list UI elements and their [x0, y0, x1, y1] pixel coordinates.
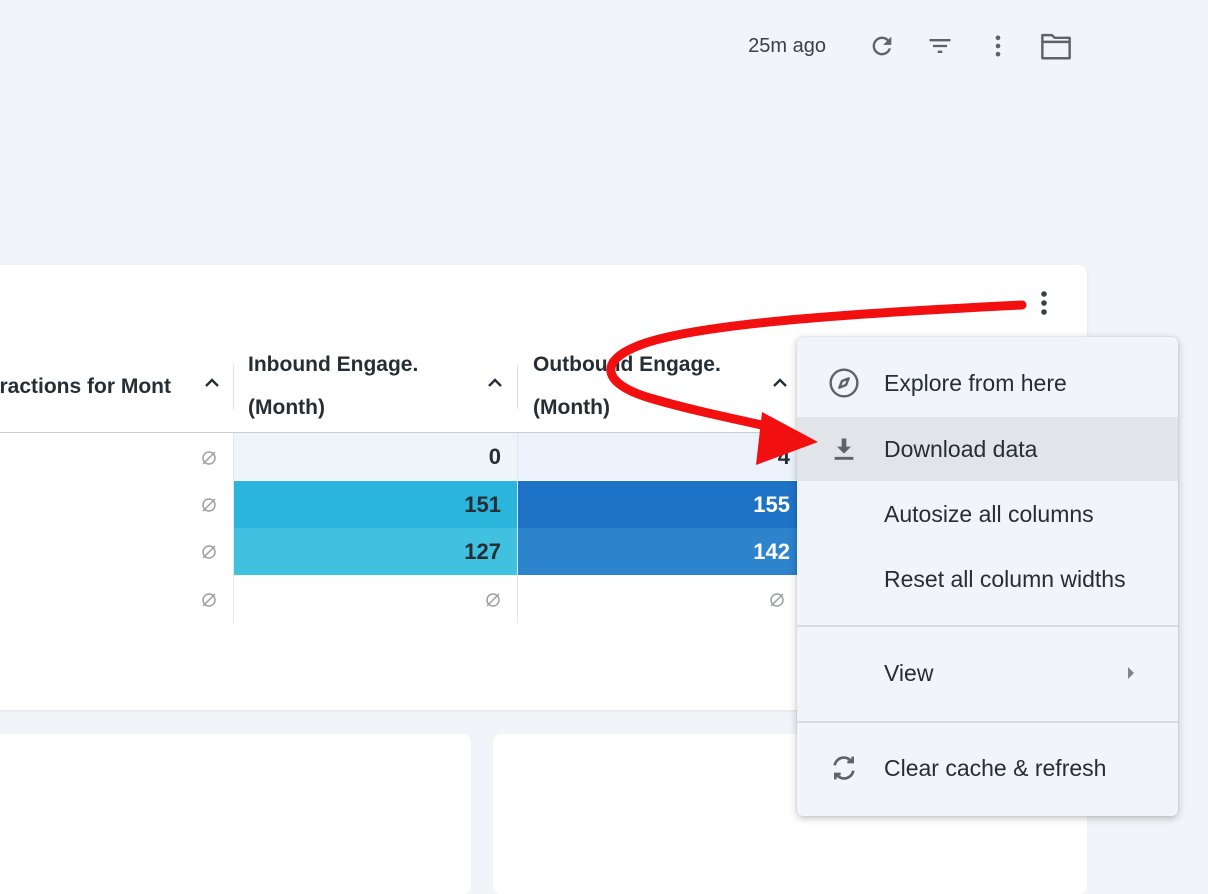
table-cell[interactable]: 127: [234, 528, 517, 575]
menu-item-explore[interactable]: Explore from here: [797, 351, 1178, 415]
menu-item-label: Reset all column widths: [884, 565, 1126, 592]
download-icon: [827, 432, 861, 466]
null-value-icon: [202, 593, 216, 607]
table-cell[interactable]: 151: [234, 481, 517, 528]
menu-item-clear-cache-refresh[interactable]: Clear cache & refresh: [797, 736, 1178, 800]
dashboard-tile: [0, 734, 471, 894]
folder-icon[interactable]: [1034, 24, 1078, 68]
menu-item-reset-column-widths[interactable]: Reset all column widths: [797, 547, 1178, 611]
tile-context-menu: Explore from here Download data Autosize…: [797, 337, 1178, 816]
menu-item-label: Download data: [884, 435, 1038, 462]
menu-item-view[interactable]: View: [797, 641, 1178, 705]
null-value-icon: [770, 593, 784, 607]
compass-icon: [827, 366, 861, 400]
menu-item-label: View: [884, 659, 934, 686]
column-header-outbound[interactable]: Outbound Engage. (Month): [518, 335, 800, 432]
table-cell[interactable]: 4: [518, 433, 798, 480]
filter-icon[interactable]: [918, 24, 962, 68]
sync-icon: [827, 751, 861, 785]
menu-item-label: Clear cache & refresh: [884, 754, 1107, 781]
refresh-icon[interactable]: [860, 24, 904, 68]
column-header-label-line2: (Month): [248, 396, 325, 419]
column-header-label-line2: (Month): [533, 396, 610, 419]
column-header-inbound[interactable]: Inbound Engage. (Month): [234, 335, 518, 432]
sort-icon[interactable]: [202, 373, 222, 393]
sort-icon[interactable]: [770, 373, 790, 393]
null-value-icon: [202, 451, 216, 465]
sort-icon[interactable]: [485, 373, 505, 393]
more-vert-icon[interactable]: [976, 24, 1020, 68]
table-cell[interactable]: 155: [518, 481, 798, 528]
menu-item-autosize-columns[interactable]: Autosize all columns: [797, 482, 1178, 546]
column-header-label: Outbound Engage.: [533, 353, 721, 376]
column-header-label: Inbound Engage.: [248, 353, 419, 376]
null-value-icon: [202, 498, 216, 512]
tile-menu-icon[interactable]: [1032, 287, 1056, 319]
chevron-right-icon: [1128, 667, 1134, 679]
menu-divider: [797, 721, 1178, 723]
menu-divider: [797, 625, 1178, 627]
column-header-label: ractions for Mont: [0, 375, 171, 398]
null-value-icon: [202, 545, 216, 559]
dashboard-toolbar: 25m ago: [748, 24, 1078, 68]
null-value-icon: [486, 593, 500, 607]
last-updated-label: 25m ago: [748, 34, 826, 57]
column-header-interactions[interactable]: ractions for Mont: [0, 335, 233, 432]
menu-item-label: Autosize all columns: [884, 500, 1094, 527]
menu-item-download-data[interactable]: Download data: [797, 417, 1178, 481]
table-cell[interactable]: 0: [234, 433, 517, 480]
table-cell[interactable]: 142: [518, 528, 798, 575]
menu-item-label: Explore from here: [884, 369, 1067, 396]
